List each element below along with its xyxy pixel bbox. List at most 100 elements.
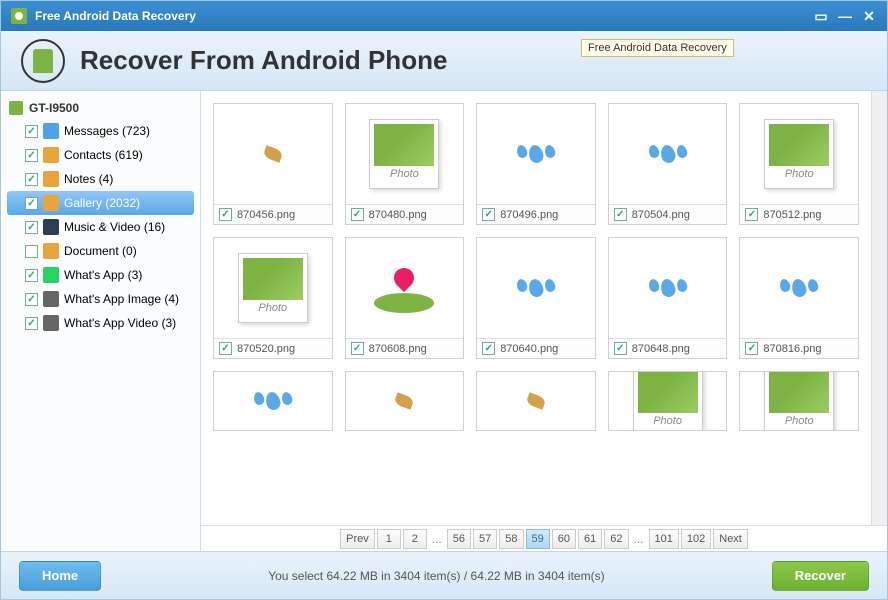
- thumbnail[interactable]: 870608.png: [345, 237, 465, 359]
- checkbox[interactable]: [25, 245, 38, 258]
- music-icon: [43, 219, 59, 235]
- thumbnail[interactable]: 870456.png: [213, 103, 333, 225]
- thumbnail-image: [346, 372, 464, 430]
- window-menu-icon[interactable]: ▭: [813, 8, 829, 24]
- page-60[interactable]: 60: [552, 529, 576, 549]
- footer: Home You select 64.22 MB in 3404 item(s)…: [1, 551, 887, 599]
- paginator: Prev12...56575859606162...101102Next: [201, 525, 887, 551]
- checkbox[interactable]: [25, 293, 38, 306]
- sidebar-item-gallery[interactable]: Gallery (2032): [7, 191, 194, 215]
- page-next[interactable]: Next: [713, 529, 748, 549]
- thumbnail-image: [609, 238, 727, 338]
- gallery-icon: [43, 195, 59, 211]
- checkbox[interactable]: [745, 342, 758, 355]
- thumbnail[interactable]: 870496.png: [476, 103, 596, 225]
- thumbnail[interactable]: 870504.png: [608, 103, 728, 225]
- sidebar-item-label: Notes (4): [64, 172, 113, 186]
- thumbnail-image: Photo: [740, 104, 858, 204]
- tooltip: Free Android Data Recovery: [581, 39, 734, 57]
- page-59[interactable]: 59: [526, 529, 550, 549]
- checkbox[interactable]: [25, 125, 38, 138]
- thumbnail-image: [214, 372, 332, 430]
- page-102[interactable]: 102: [681, 529, 711, 549]
- checkbox[interactable]: [25, 149, 38, 162]
- sidebar: GT-I9500 Messages (723) Contacts (619) Not…: [1, 91, 201, 551]
- thumbnail[interactable]: Photo870520.png: [213, 237, 333, 359]
- checkbox[interactable]: [25, 317, 38, 330]
- thumbnail[interactable]: 870816.png: [739, 237, 859, 359]
- recover-button[interactable]: Recover: [772, 561, 869, 591]
- checkbox[interactable]: [25, 197, 38, 210]
- wa-icon: [43, 267, 59, 283]
- minimize-icon[interactable]: —: [837, 8, 853, 24]
- sidebar-item-waimg[interactable]: What's App Image (4): [7, 287, 194, 311]
- thumbnail-image: [214, 104, 332, 204]
- notes-icon: [43, 171, 59, 187]
- sidebar-item-wavid[interactable]: What's App Video (3): [7, 311, 194, 335]
- checkbox[interactable]: [219, 208, 232, 221]
- sidebar-item-msg[interactable]: Messages (723): [7, 119, 194, 143]
- home-button[interactable]: Home: [19, 561, 101, 591]
- sidebar-item-wa[interactable]: What's App (3): [7, 263, 194, 287]
- checkbox[interactable]: [25, 269, 38, 282]
- sidebar-item-label: Gallery (2032): [64, 196, 140, 210]
- status-text: You select 64.22 MB in 3404 item(s) / 64…: [101, 569, 772, 583]
- thumbnail[interactable]: 870640.png: [476, 237, 596, 359]
- thumbnail-image: [477, 238, 595, 338]
- checkbox[interactable]: [482, 342, 495, 355]
- thumbnail[interactable]: Photo 870512.png: [739, 103, 859, 225]
- page-57[interactable]: 57: [473, 529, 497, 549]
- close-icon[interactable]: ✕: [861, 8, 877, 24]
- sidebar-item-notes[interactable]: Notes (4): [7, 167, 194, 191]
- thumbnail[interactable]: [213, 371, 333, 431]
- thumbnail-name: 870648.png: [632, 343, 690, 355]
- sidebar-item-label: Contacts (619): [64, 148, 143, 162]
- checkbox[interactable]: [25, 221, 38, 234]
- checkbox[interactable]: [614, 342, 627, 355]
- thumbnail[interactable]: [345, 371, 465, 431]
- checkbox[interactable]: [745, 208, 758, 221]
- page-56[interactable]: 56: [447, 529, 471, 549]
- thumbnail-name: 870640.png: [500, 343, 558, 355]
- page-prev[interactable]: Prev: [340, 529, 375, 549]
- page-58[interactable]: 58: [499, 529, 523, 549]
- sidebar-item-music[interactable]: Music & Video (16): [7, 215, 194, 239]
- checkbox[interactable]: [25, 173, 38, 186]
- thumbnail[interactable]: Photo: [739, 371, 859, 431]
- checkbox[interactable]: [482, 208, 495, 221]
- page-1[interactable]: 1: [377, 529, 401, 549]
- waimg-icon: [43, 291, 59, 307]
- contact-icon: [43, 147, 59, 163]
- device-name: GT-I9500: [29, 101, 79, 115]
- page-ellipsis: ...: [631, 532, 647, 546]
- checkbox[interactable]: [614, 208, 627, 221]
- checkbox[interactable]: [219, 342, 232, 355]
- sidebar-item-doc[interactable]: Document (0): [7, 239, 194, 263]
- thumbnail-name: 870456.png: [237, 209, 295, 221]
- thumbnail-image: [346, 238, 464, 338]
- thumbnail-image: [609, 104, 727, 204]
- titlebar-title: Free Android Data Recovery: [35, 9, 813, 23]
- thumbnail-name: 870512.png: [763, 209, 821, 221]
- page-61[interactable]: 61: [578, 529, 602, 549]
- thumbnail-image: Photo: [346, 104, 464, 204]
- page-101[interactable]: 101: [649, 529, 679, 549]
- thumbnail[interactable]: Photo: [608, 371, 728, 431]
- sidebar-item-contact[interactable]: Contacts (619): [7, 143, 194, 167]
- device-node[interactable]: GT-I9500: [7, 97, 194, 119]
- thumbnail[interactable]: 870648.png: [608, 237, 728, 359]
- page-title: Recover From Android Phone: [80, 45, 447, 76]
- scrollbar[interactable]: [871, 91, 887, 525]
- thumbnail[interactable]: [476, 371, 596, 431]
- wavid-icon: [43, 315, 59, 331]
- main-panel: 870456.png Photo870480.png870496.png87050…: [201, 91, 887, 551]
- checkbox[interactable]: [351, 342, 364, 355]
- sidebar-item-label: What's App Video (3): [64, 316, 176, 330]
- page-2[interactable]: 2: [403, 529, 427, 549]
- thumbnail-image: [477, 372, 595, 430]
- thumbnail-grid: 870456.png Photo870480.png870496.png87050…: [201, 91, 871, 525]
- page-62[interactable]: 62: [604, 529, 628, 549]
- page-ellipsis: ...: [429, 532, 445, 546]
- checkbox[interactable]: [351, 208, 364, 221]
- thumbnail[interactable]: Photo870480.png: [345, 103, 465, 225]
